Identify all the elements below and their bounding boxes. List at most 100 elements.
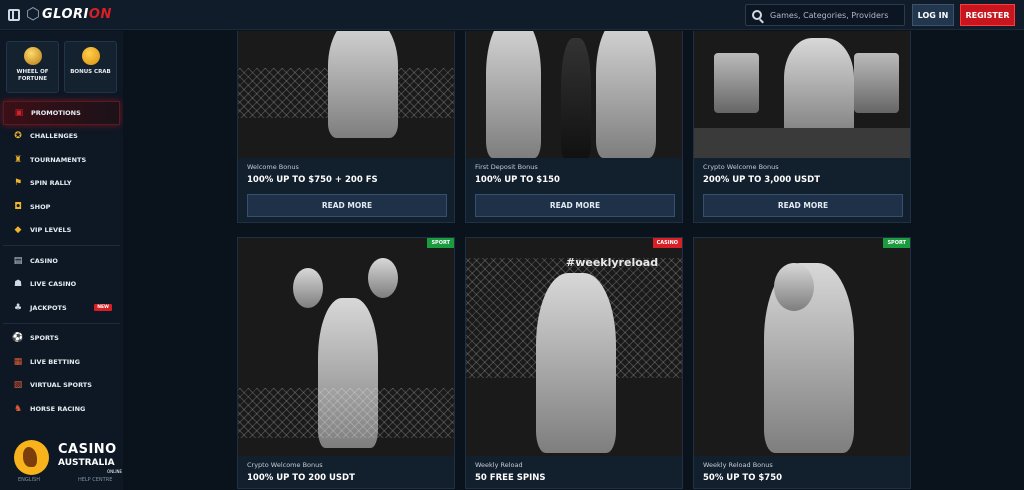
casino-tag: CASINO [652,238,682,248]
sport-tag: SPORT [883,238,910,248]
sidebar-item-promotions[interactable]: ▣ PROMOTIONS [3,101,120,125]
live-icon: ▦ [13,356,23,367]
promo-info: Weekly Reload 50 FREE SPINS [466,456,682,488]
gift-icon: ▣ [14,107,24,118]
tile-label: BONUS CRAB [70,69,111,75]
promo-info: First Deposit Bonus 100% UP TO $150 READ… [466,158,682,222]
promo-category: Crypto Welcome Bonus [703,163,779,171]
logo-accent: ON [88,7,112,22]
new-badge: NEW [94,304,112,311]
promo-info: Crypto Welcome Bonus 200% UP TO 3,000 US… [694,158,910,222]
nav-divider [3,245,120,246]
sidebar-item-virtual-sports[interactable]: ▧ VIRTUAL SPORTS [3,374,120,398]
sidebar-item-casino[interactable]: ▤ CASINO [3,249,120,273]
promo-title: 200% UP TO 3,000 USDT [703,175,821,185]
register-button[interactable]: REGISTER [960,4,1015,26]
sidebar-item-tournaments[interactable]: ♜ TOURNAMENTS [3,148,120,172]
promo-image [694,31,910,158]
promo-image [466,31,682,158]
promo-image [238,31,454,158]
sidebar-item-challenges[interactable]: ✪ CHALLENGES [3,125,120,149]
sidebar-item-label: PROMOTIONS [31,108,81,117]
nav-divider [3,322,120,324]
promo-info: Weekly Reload Bonus 50% UP TO $750 [694,456,910,488]
casino-australia-watermark: CASINO AUSTRALIA ONLINE [14,412,126,475]
promo-title: 50 FREE SPINS [475,473,546,483]
promo-image: #weeklyreload CASINO [466,238,682,456]
sidebar-item-label: JACKPOTS [30,303,67,312]
watermark-line-1: CASINO [58,442,117,457]
sidebar-item-spin-rally[interactable]: ⚑ SPIN RALLY [3,172,120,196]
help-centre-link[interactable]: HELP CENTRE [78,477,112,483]
read-more-button[interactable]: READ MORE [247,194,447,217]
watermark-line-2: AUSTRALIA [58,458,115,468]
promo-category: Weekly Reload Bonus [703,461,773,469]
login-button[interactable]: LOG IN [912,4,954,26]
promo-card[interactable]: First Deposit Bonus 100% UP TO $150 READ… [465,31,683,223]
sidebar-item-label: LIVE CASINO [30,280,77,289]
read-more-button[interactable]: READ MORE [703,194,903,217]
kangaroo-logo-icon [14,440,49,475]
bonus-crab-tile[interactable]: BONUS CRAB [64,41,117,93]
promotions-grid: Welcome Bonus 100% UP TO $750 + 200 FS R… [123,31,1024,490]
promo-category: Crypto Welcome Bonus [247,461,323,469]
sidebar-item-jackpots[interactable]: ♣ JACKPOTS NEW [3,296,120,320]
promo-card[interactable]: Welcome Bonus 100% UP TO $750 + 200 FS R… [237,31,455,223]
brand-logo[interactable]: GLORION [42,7,112,22]
sidebar-item-live-casino[interactable]: ☗ LIVE CASINO [3,273,120,297]
promo-card[interactable]: SPORT Crypto Welcome Bonus 100% UP TO 20… [237,237,455,489]
sidebar-item-label: TOURNAMENTS [30,155,87,164]
ball-icon: ⚽ [12,333,24,344]
promo-card[interactable]: Crypto Welcome Bonus 200% UP TO 3,000 US… [693,31,911,223]
flag-icon: ⚑ [13,178,23,189]
sidebar-item-sports[interactable]: ⚽ SPORTS [3,327,120,351]
sidebar-item-label: CHALLENGES [30,132,78,141]
promo-title: 100% UP TO $150 [475,175,560,185]
tile-label: WHEEL OF FORTUNE [16,69,49,82]
sidebar-item-vip-levels[interactable]: ◆ VIP LEVELS [3,219,120,243]
promo-info: Crypto Welcome Bonus 100% UP TO 200 USDT [238,456,454,488]
language-selector[interactable]: ENGLISH [18,477,40,483]
clover-icon: ♣ [13,302,23,313]
promo-image: SPORT [694,238,910,456]
sidebar-item-label: SHOP [30,202,51,211]
promo-card[interactable]: SPORT Weekly Reload Bonus 50% UP TO $750 [693,237,911,489]
sidebar-item-shop[interactable]: ◘ SHOP [3,195,120,219]
watermark-line-3: ONLINE [107,469,123,474]
promo-card[interactable]: #weeklyreload CASINO Weekly Reload 50 FR… [465,237,683,489]
sidebar-item-label: LIVE BETTING [30,357,80,366]
sidebar-item-live-betting[interactable]: ▦ LIVE BETTING [3,350,120,374]
crab-coin-icon [81,47,100,65]
image-caption: #weeklyreload [566,256,659,269]
search-icon [752,10,762,20]
wheel-of-fortune-tile[interactable]: WHEEL OF FORTUNE [6,41,59,93]
sidebar-nav: ▣ PROMOTIONS ✪ CHALLENGES ♜ TOURNAMENTS … [3,101,120,421]
menu-toggle-icon[interactable] [8,9,20,21]
promo-info: Welcome Bonus 100% UP TO $750 + 200 FS R… [238,158,454,222]
promo-title: 100% UP TO 200 USDT [247,473,355,483]
medal-icon: ✪ [14,131,22,142]
diamond-icon: ◆ [14,225,22,236]
sidebar-item-label: SPORTS [30,334,59,343]
promo-title: 50% UP TO $750 [703,473,783,483]
dealer-icon: ☗ [13,279,23,290]
sidebar-item-label: VIP LEVELS [30,226,72,235]
promo-category: Weekly Reload [475,461,523,469]
search-box[interactable] [745,4,905,26]
read-more-button[interactable]: READ MORE [475,194,675,217]
top-header: ⬡ GLORION LOG IN REGISTER [0,0,1024,30]
sidebar-footer: ENGLISH HELP CENTRE [18,477,112,483]
app: ⬡ GLORION LOG IN REGISTER WHEEL OF FORTU… [0,0,1024,490]
promo-image: SPORT [238,238,454,456]
wheel-coin-icon [23,47,42,65]
basket-icon: ◘ [14,201,22,212]
promo-category: First Deposit Bonus [475,163,538,171]
sidebar-item-label: CASINO [30,256,58,265]
hex-icon: ⬡ [26,4,40,23]
virtual-icon: ▧ [13,380,23,391]
logo-text: GLORI [42,7,89,22]
slot-icon: ▤ [13,255,23,266]
search-input[interactable] [770,10,900,20]
sport-tag: SPORT [427,238,454,248]
sidebar-item-label: VIRTUAL SPORTS [30,381,92,390]
